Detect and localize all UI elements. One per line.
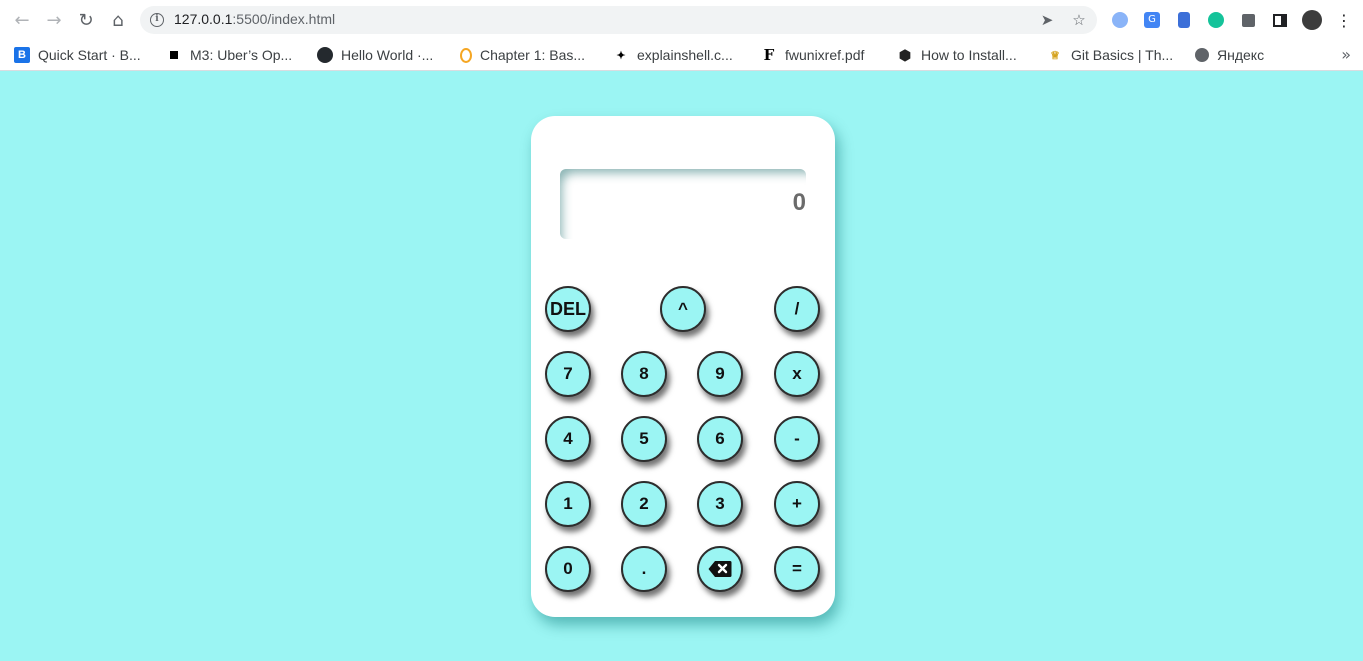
side-panel-icon[interactable] xyxy=(1270,10,1290,30)
bookmark-item[interactable]: ♕ Git Basics | Th... xyxy=(1047,44,1173,66)
digit-7-button[interactable]: 7 xyxy=(545,351,591,397)
digit-1-button[interactable]: 1 xyxy=(545,481,591,527)
profile-avatar-icon[interactable] xyxy=(1302,10,1322,30)
github-icon xyxy=(317,47,333,63)
bookmark-label: fwunixref.pdf xyxy=(785,47,865,63)
bookmark-label: Git Basics | Th... xyxy=(1071,47,1174,63)
forward-arrow-icon[interactable]: → xyxy=(42,8,66,32)
grammarly-icon[interactable] xyxy=(1206,10,1226,30)
f-icon: F xyxy=(763,46,775,64)
calculator-display: 0 xyxy=(560,169,806,239)
bookmark-item[interactable]: Hello World ·... xyxy=(317,44,433,66)
extensions-puzzle-icon[interactable] xyxy=(1238,10,1258,30)
backspace-icon xyxy=(708,561,732,577)
site-info-icon[interactable]: i xyxy=(150,13,164,27)
extension-1-icon[interactable] xyxy=(1110,10,1130,30)
back-arrow-icon[interactable]: ← xyxy=(10,8,34,32)
digit-3-button[interactable]: 3 xyxy=(697,481,743,527)
digit-4-button[interactable]: 4 xyxy=(545,416,591,462)
black-square-icon xyxy=(166,47,182,63)
bookmarks-overflow-icon[interactable]: » xyxy=(1341,45,1351,64)
url-path: :5500/index.html xyxy=(232,11,336,27)
hexagon-icon: ⬢ xyxy=(898,46,912,63)
reload-icon[interactable]: ↻ xyxy=(74,8,98,32)
digit-9-button[interactable]: 9 xyxy=(697,351,743,397)
odin-icon: ♕ xyxy=(1050,49,1060,62)
bookmark-label: Quick Start · B... xyxy=(38,47,141,63)
bookmark-label: Hello World ·... xyxy=(341,47,434,63)
divide-button[interactable]: / xyxy=(774,286,820,332)
menu-kebab-icon[interactable]: ⋮ xyxy=(1334,10,1354,30)
translate-icon[interactable]: G xyxy=(1142,10,1162,30)
bookmark-item[interactable]: ⬢ How to Install... xyxy=(897,44,1017,66)
backspace-button[interactable] xyxy=(697,546,743,592)
bookmark-item[interactable]: M3: Uber’s Op... xyxy=(166,44,292,66)
display-value: 0 xyxy=(792,189,806,216)
bookmark-item[interactable]: F fwunixref.pdf xyxy=(761,44,865,66)
calculator-panel: 0 DEL ^ / 7 8 9 x 4 5 6 - 1 2 3 + 0 . = xyxy=(531,116,835,617)
decimal-button[interactable]: . xyxy=(621,546,667,592)
multiply-button[interactable]: x xyxy=(774,351,820,397)
digit-0-button[interactable]: 0 xyxy=(545,546,591,592)
bookmark-item[interactable]: B Quick Start · B... xyxy=(14,44,141,66)
bookmark-label: M3: Uber’s Op... xyxy=(190,47,293,63)
orange-ring-icon xyxy=(460,47,472,63)
shell-icon: ✦ xyxy=(616,49,626,62)
send-icon[interactable]: ➤ xyxy=(1037,10,1057,30)
home-icon[interactable]: ⌂ xyxy=(106,8,130,32)
url-host: 127.0.0.1 xyxy=(174,11,233,27)
extension-3-icon[interactable] xyxy=(1174,10,1194,30)
equals-button[interactable]: = xyxy=(774,546,820,592)
bookmark-label: How to Install... xyxy=(921,47,1017,63)
digit-6-button[interactable]: 6 xyxy=(697,416,743,462)
bookmark-label: explainshell.c... xyxy=(637,47,733,63)
delete-button[interactable]: DEL xyxy=(545,286,591,332)
digit-5-button[interactable]: 5 xyxy=(621,416,667,462)
bookmark-item[interactable]: ✦ explainshell.c... xyxy=(613,44,733,66)
bookmark-item[interactable]: Chapter 1: Bas... xyxy=(460,44,585,66)
bookmark-item[interactable]: Яндекс xyxy=(1195,44,1264,66)
bookmark-label: Яндекс xyxy=(1217,47,1265,63)
digit-2-button[interactable]: 2 xyxy=(621,481,667,527)
browser-toolbar: ← → ↻ ⌂ i 127.0.0.1:5500/index.html ➤ ☆ … xyxy=(0,0,1363,40)
digit-8-button[interactable]: 8 xyxy=(621,351,667,397)
globe-icon xyxy=(1195,48,1209,62)
power-button[interactable]: ^ xyxy=(660,286,706,332)
bookmarks-bar: B Quick Start · B... M3: Uber’s Op... He… xyxy=(0,40,1363,71)
bootstrap-icon: B xyxy=(14,47,30,63)
add-button[interactable]: + xyxy=(774,481,820,527)
address-bar[interactable]: i 127.0.0.1:5500/index.html ➤ ☆ xyxy=(140,6,1097,34)
url-text: 127.0.0.1:5500/index.html xyxy=(174,11,335,27)
bookmark-star-icon[interactable]: ☆ xyxy=(1069,10,1089,30)
subtract-button[interactable]: - xyxy=(774,416,820,462)
bookmark-label: Chapter 1: Bas... xyxy=(480,47,586,63)
